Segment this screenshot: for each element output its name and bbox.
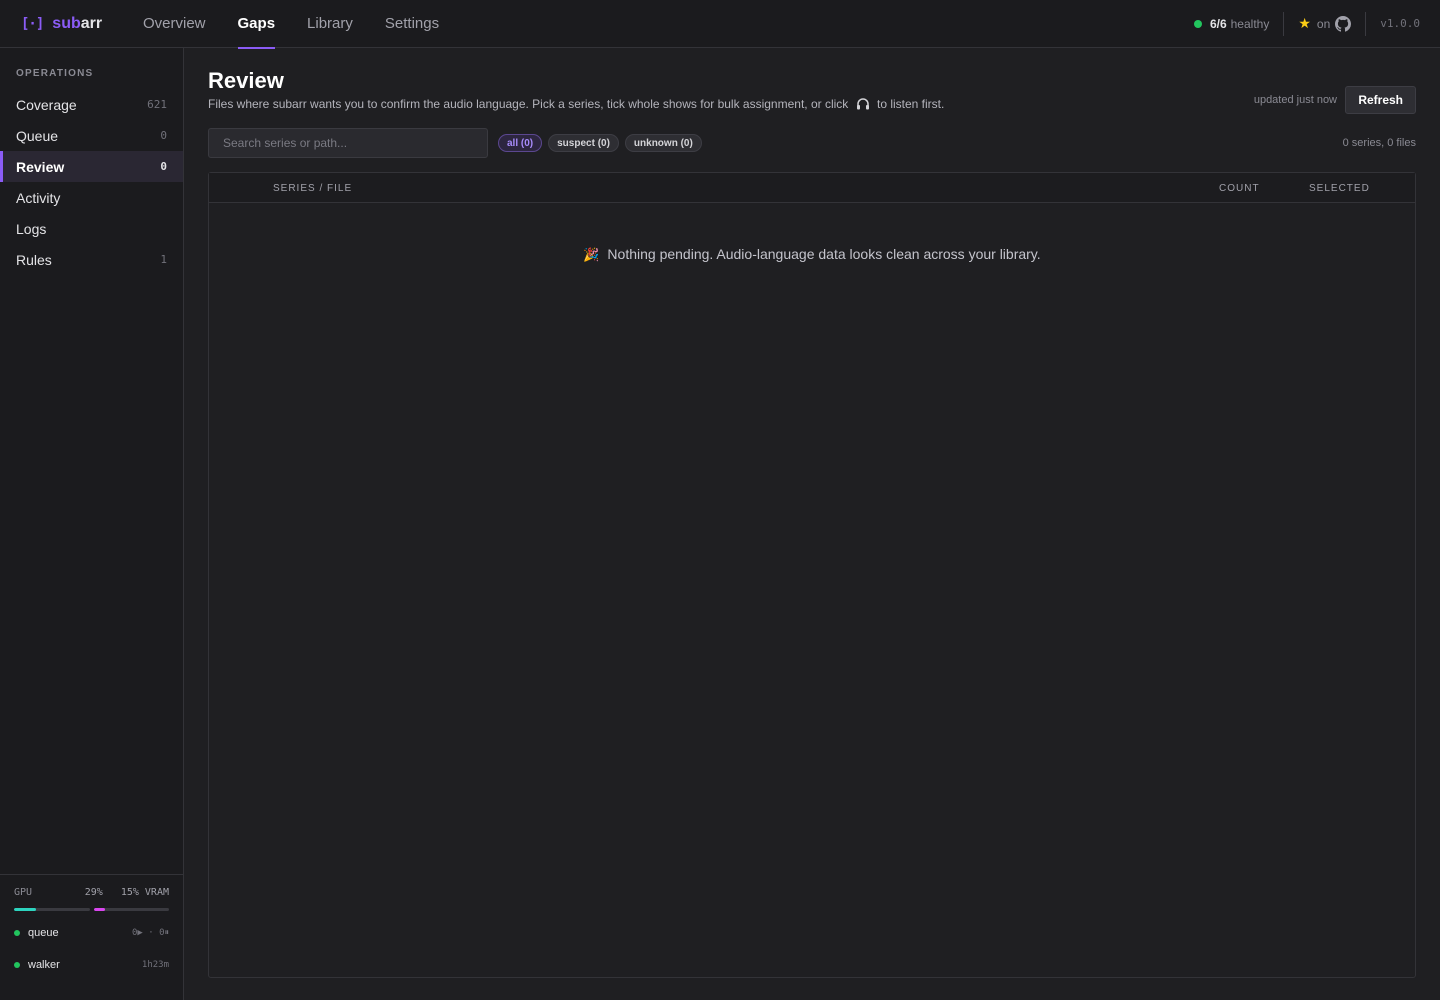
github-label: on [1316,16,1331,31]
sidebar-item-label: Queue [16,127,59,144]
top-bar: [·] subarr Overview Gaps Library Setting… [0,0,1440,49]
tab-overview[interactable]: Overview [143,0,206,48]
health-label: healthy [1230,16,1270,31]
description-text: Files where subarr wants you to confirm … [208,97,849,111]
worker-queue: queue 0▶ · 0⏸ [14,927,169,939]
search-input[interactable] [208,128,488,158]
empty-state-message: Nothing pending. Audio-language data loo… [607,246,1041,262]
worker-status-dot-icon [14,930,20,936]
page-description: Files where subarr wants you to confirm … [208,97,944,111]
tab-gaps[interactable]: Gaps [237,0,275,49]
sidebar-item-coverage[interactable]: Coverage 621 [0,89,183,120]
health-count: 6/6 [1209,16,1227,31]
filter-suspect[interactable]: suspect (0) [548,134,619,152]
worker-name: walker [28,959,60,971]
sidebar-item-label: Coverage [16,96,77,113]
star-icon: ★ [1298,15,1311,31]
brand-logo[interactable]: [·] subarr [21,15,131,33]
party-popper-icon: 🎉 [583,247,600,262]
brand-name: subarr [52,14,103,32]
sidebar: OPERATIONS Coverage 621 Queue 0 Review 0… [0,48,184,1000]
sidebar-item-count: 0 [160,160,167,173]
health-dot-icon [1193,19,1202,28]
refresh-button[interactable]: Refresh [1345,86,1416,114]
gpu-stats: GPU 29% 15% VRAM [14,887,169,898]
gpu-vram-bar [93,908,169,911]
sidebar-item-activity[interactable]: Activity [0,182,183,213]
sidebar-item-count: 0 [160,129,167,142]
worker-stat: 0▶ · 0⏸ [131,928,169,938]
sidebar-item-count: 621 [147,98,167,111]
subarr-logo-icon: [·] [21,15,44,32]
main-nav: Overview Gaps Library Settings [143,0,471,49]
top-status-area: 6/6 healthy ★ on v1.0.0 [1193,0,1420,48]
gpu-usage-bar [14,908,90,911]
sidebar-item-logs[interactable]: Logs [0,213,183,244]
column-series-file[interactable]: SERIES / FILE [273,183,352,194]
description-text-end: to listen first. [876,97,945,111]
gpu-values: 29% 15% VRAM [85,887,169,898]
health-status[interactable]: 6/6 healthy [1193,11,1285,36]
tab-library[interactable]: Library [307,0,353,48]
sidebar-heading: OPERATIONS [16,68,94,79]
sidebar-item-count: 1 [160,253,167,266]
table-header: SERIES / FILE COUNT SELECTED [209,173,1415,203]
filter-all[interactable]: all (0) [498,134,543,152]
github-star-link[interactable]: ★ on [1284,11,1367,36]
filter-unknown[interactable]: unknown (0) [624,134,702,152]
worker-status-dot-icon [14,962,20,968]
version-label: v1.0.0 [1380,17,1420,30]
updated-timestamp: updated just now [1253,94,1337,106]
gpu-vram: 15% VRAM [120,887,169,898]
github-icon [1335,15,1352,32]
gpu-usage: 29% [84,887,103,898]
page-title: Review [208,68,284,93]
filter-chips: all (0) suspect (0) unknown (0) [498,134,702,152]
empty-state: 🎉 Nothing pending. Audio-language data l… [209,246,1415,263]
sidebar-item-label: Activity [16,189,61,206]
tab-settings[interactable]: Settings [385,0,439,48]
sidebar-item-label: Rules [16,251,52,268]
sidebar-item-label: Logs [16,220,47,237]
gpu-usage-fill [14,908,36,911]
sidebar-item-rules[interactable]: Rules 1 [0,244,183,275]
results-summary: 0 series, 0 files [1342,137,1416,149]
gpu-bars [14,908,169,911]
sidebar-item-label: Review [16,158,65,175]
gpu-vram-fill [93,908,105,911]
gpu-label: GPU [14,887,33,898]
worker-stat: 1h23m [141,960,169,970]
review-table: SERIES / FILE COUNT SELECTED 🎉 Nothing p… [208,172,1416,978]
system-status-panel: GPU 29% 15% VRAM queue 0▶ · 0⏸ walker 1h… [0,874,183,1000]
worker-name: queue [28,927,59,939]
worker-walker: walker 1h23m [14,959,169,971]
column-selected[interactable]: SELECTED [1309,183,1370,194]
sidebar-list: Coverage 621 Queue 0 Review 0 Activity L… [0,89,183,275]
main-content: Review Files where subarr wants you to c… [184,48,1440,1000]
sidebar-item-review[interactable]: Review 0 [0,151,183,182]
column-count[interactable]: COUNT [1219,183,1260,194]
sidebar-item-queue[interactable]: Queue 0 [0,120,183,151]
headphones-icon [856,98,869,110]
